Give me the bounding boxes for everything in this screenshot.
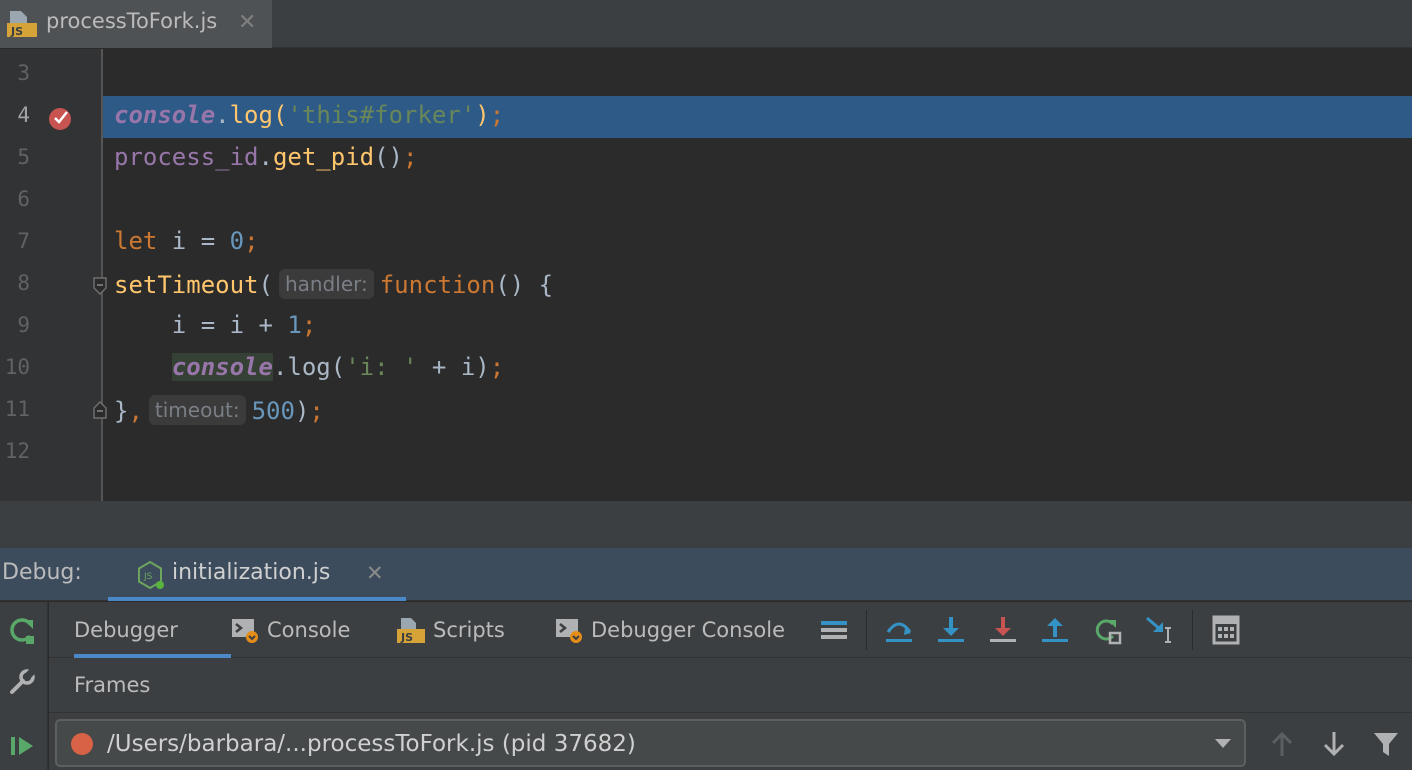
- force-step-into-icon[interactable]: [987, 614, 1019, 646]
- previous-frame-icon[interactable]: [1268, 730, 1296, 758]
- step-out-icon[interactable]: [1039, 614, 1071, 646]
- tab-scripts[interactable]: JS Scripts: [397, 602, 505, 658]
- code-line-9: i = i + 1;: [171, 311, 317, 339]
- frames-title: Frames: [74, 673, 151, 697]
- code-editor[interactable]: 3 4 5 6 7 8 9 10 11 12 console.log('this…: [0, 49, 1412, 501]
- filter-icon[interactable]: [1372, 730, 1400, 758]
- show-execution-point-icon[interactable]: [818, 614, 850, 646]
- parameter-hint: timeout:: [148, 395, 246, 425]
- code-line-7: let i = 0;: [114, 227, 259, 255]
- suspended-thread-icon: [71, 733, 93, 755]
- drop-frame-icon[interactable]: [1091, 614, 1123, 646]
- line-number: 11: [4, 397, 30, 421]
- code-line-11: }, timeout: 500);: [114, 395, 324, 425]
- svg-text:JS: JS: [143, 572, 153, 582]
- line-number: 4: [17, 103, 30, 127]
- svg-text:JS: JS: [10, 25, 23, 37]
- tab-label: Scripts: [433, 618, 505, 642]
- nodejs-icon: JS: [138, 560, 164, 590]
- active-tab-indicator: [108, 597, 406, 601]
- tab-label: Debugger: [74, 618, 178, 642]
- evaluate-expression-icon[interactable]: [1210, 614, 1242, 646]
- gutter-divider: [101, 49, 103, 501]
- line-number: 5: [17, 145, 30, 169]
- code-line-10: console.log('i: ' + i);: [171, 353, 505, 381]
- line-number: 12: [4, 439, 30, 463]
- toolbar-separator: [1192, 610, 1193, 650]
- parameter-hint: handler:: [278, 269, 374, 299]
- thread-selector-value: /Users/barbara/...processToFork.js (pid …: [107, 731, 636, 757]
- tab-console[interactable]: Console: [231, 602, 350, 658]
- fold-collapse-icon[interactable]: [92, 276, 108, 296]
- run-to-cursor-icon[interactable]: [1143, 614, 1175, 646]
- debug-session-label: initialization.js: [172, 560, 331, 585]
- close-icon[interactable]: ✕: [238, 10, 256, 35]
- fold-end-icon[interactable]: [92, 400, 108, 420]
- tab-debugger[interactable]: Debugger: [74, 602, 231, 658]
- breakpoint-icon[interactable]: [48, 105, 74, 131]
- js-file-icon: JS: [7, 11, 37, 37]
- line-number: 3: [17, 61, 30, 85]
- line-number: 7: [17, 229, 30, 253]
- resume-program-icon[interactable]: [6, 730, 38, 762]
- editor-bottom-strip: [0, 501, 1412, 548]
- editor-tab-label: processToFork.js: [46, 9, 218, 33]
- wrench-icon[interactable]: [6, 666, 38, 698]
- line-number: 6: [17, 187, 30, 211]
- next-frame-icon[interactable]: [1320, 730, 1348, 758]
- js-scripts-icon: JS: [397, 618, 425, 644]
- tab-label: Debugger Console: [591, 618, 785, 642]
- toolbar-separator: [866, 610, 867, 650]
- console-icon: [232, 619, 258, 643]
- step-over-icon[interactable]: [883, 614, 915, 646]
- editor-tab-processToFork[interactable]: JS processToFork.js ✕: [0, 0, 272, 48]
- debug-session-tab[interactable]: JS initialization.js ✕: [108, 548, 406, 601]
- debug-panel: Debugger Console JS Scripts Debugger Con…: [49, 602, 1412, 770]
- close-icon[interactable]: ✕: [366, 561, 384, 585]
- code-line-8: setTimeout(handler: function() {: [114, 269, 554, 299]
- rerun-icon[interactable]: [6, 614, 38, 646]
- svg-text:JS: JS: [400, 631, 413, 644]
- debug-side-toolbar: [0, 602, 48, 770]
- line-number: 9: [17, 313, 30, 337]
- frames-header: Frames: [49, 659, 1412, 713]
- active-tab-indicator: [74, 654, 231, 658]
- line-number: 10: [4, 355, 30, 379]
- debug-title: Debug:: [2, 560, 82, 585]
- tab-debugger-console[interactable]: Debugger Console: [555, 602, 785, 658]
- code-line-5: process_id.get_pid();: [114, 143, 418, 171]
- debug-toolbar: Debugger Console JS Scripts Debugger Con…: [49, 602, 1412, 658]
- thread-selector-dropdown[interactable]: /Users/barbara/...processToFork.js (pid …: [55, 719, 1246, 767]
- step-into-icon[interactable]: [935, 614, 967, 646]
- tab-label: Console: [267, 618, 351, 642]
- line-number: 8: [17, 271, 30, 295]
- chevron-down-icon: [1215, 739, 1231, 748]
- debugger-console-icon: [556, 619, 582, 643]
- code-line-4: console.log('this#forker');: [114, 101, 505, 129]
- debug-tool-window-header: Debug: JS initialization.js ✕: [0, 548, 1412, 601]
- editor-tab-bar: JS processToFork.js ✕: [0, 0, 1412, 48]
